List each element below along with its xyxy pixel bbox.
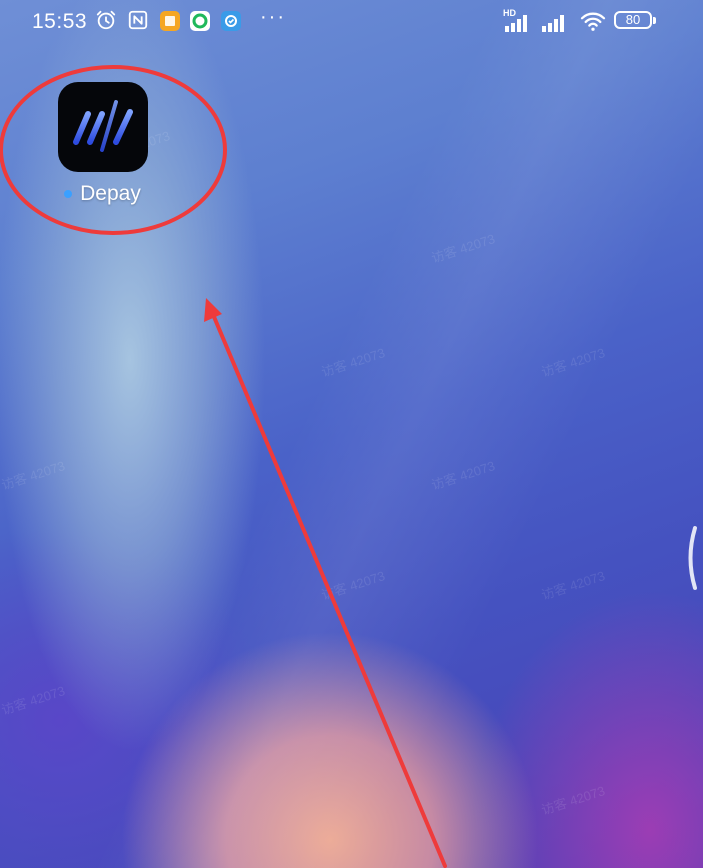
annotation-overlay xyxy=(0,65,447,868)
annotation-circle xyxy=(0,65,227,235)
edge-gesture-handle[interactable] xyxy=(684,525,698,591)
annotation-arrow xyxy=(210,310,447,868)
